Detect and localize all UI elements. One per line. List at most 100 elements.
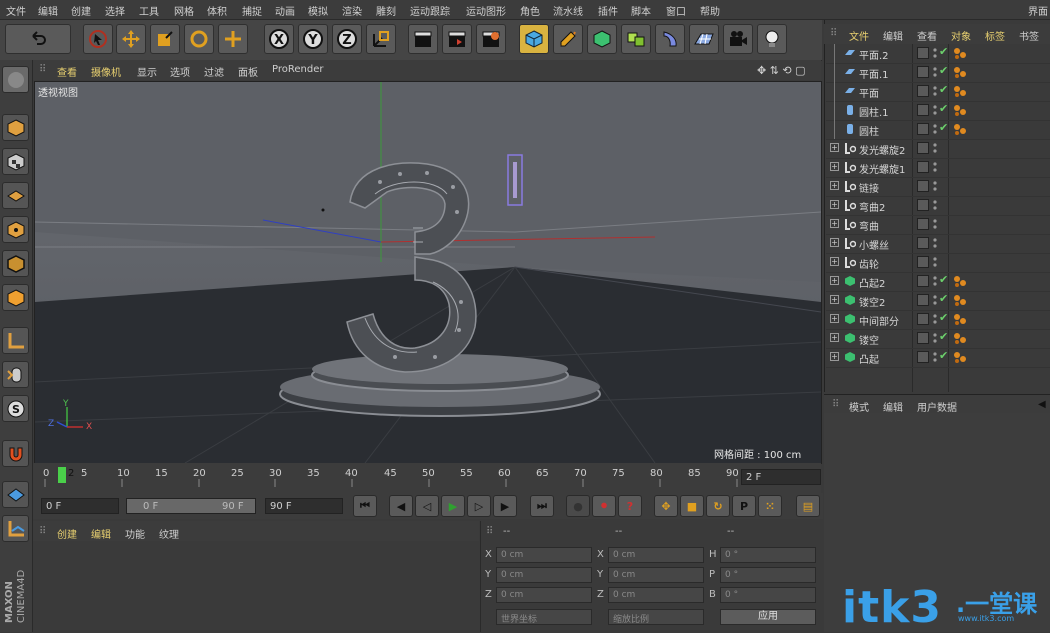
object-row[interactable]: + 小螺丝 [826,234,1050,254]
visibility-dots-icon[interactable] [933,47,937,59]
object-tab-objects[interactable]: 对象 [951,28,971,43]
timeline-ruler[interactable]: 0 2 5 10 15 20 25 30 35 40 45 50 55 60 6… [33,463,821,493]
enable-axis-button[interactable] [2,327,29,354]
menu-character[interactable]: 角色 [520,3,540,18]
visibility-dots-icon[interactable] [933,85,937,97]
key-scale-button[interactable]: ■ [680,495,704,517]
last-tool-button[interactable] [218,24,248,54]
rotate-tool-button[interactable] [184,24,214,54]
enabled-check-icon[interactable]: ✔ [939,45,948,58]
expand-toggle-icon[interactable]: + [830,314,839,323]
expand-toggle-icon[interactable]: + [830,276,839,285]
visibility-dots-icon[interactable] [933,313,937,325]
expand-toggle-icon[interactable]: + [830,257,839,266]
object-row[interactable]: + 凸起2 ✔ [826,272,1050,292]
menu-snap[interactable]: 捕捉 [242,3,262,18]
render-settings-button[interactable] [476,24,506,54]
phong-tag-icon[interactable] [953,104,967,117]
phong-tag-icon[interactable] [953,351,967,364]
menu-file[interactable]: 文件 [6,3,26,18]
cube-object-button[interactable] [519,24,549,54]
menu-render[interactable]: 渲染 [342,3,362,18]
menu-window[interactable]: 窗口 [666,3,686,18]
phong-tag-icon[interactable] [953,313,967,326]
enabled-check-icon[interactable]: ✔ [939,121,948,134]
expand-toggle-icon[interactable]: + [830,238,839,247]
visibility-dots-icon[interactable] [933,123,937,135]
visibility-dots-icon[interactable] [933,66,937,78]
layer-swatch[interactable] [917,313,929,325]
workplane-mode-button[interactable] [2,182,29,209]
object-row[interactable]: 圆柱 ✔ [826,120,1050,140]
menu-simulate[interactable]: 模拟 [308,3,328,18]
rot-p-field[interactable]: 0 ° [720,567,816,583]
expand-toggle-icon[interactable]: + [830,352,839,361]
expand-toggle-icon[interactable]: + [830,181,839,190]
layer-swatch[interactable] [917,142,929,154]
object-row[interactable]: + 凸起 ✔ [826,348,1050,368]
layer-swatch[interactable] [917,199,929,211]
object-tab-tags[interactable]: 标签 [985,28,1005,43]
key-rotation-button[interactable]: ↻ [706,495,730,517]
pos-x-field[interactable]: 0 cm [496,547,592,563]
layer-swatch[interactable] [917,161,929,173]
texture-mode-button[interactable] [2,148,29,175]
z-axis-lock-button[interactable]: Z [332,24,362,54]
layer-swatch[interactable] [917,351,929,363]
visibility-dots-icon[interactable] [933,256,937,268]
enabled-check-icon[interactable]: ✔ [939,102,948,115]
expand-toggle-icon[interactable]: + [830,143,839,152]
apply-button[interactable]: 应用 [720,609,816,625]
keyframe-selection-button[interactable]: ? [618,495,642,517]
material-tab-function[interactable]: 功能 [125,526,145,541]
floor-button[interactable] [689,24,719,54]
next-frame-button[interactable]: ▷ [467,495,491,517]
enabled-check-icon[interactable]: ✔ [939,349,948,362]
layer-swatch[interactable] [917,85,929,97]
object-row[interactable]: + 弯曲2 [826,196,1050,216]
phong-tag-icon[interactable] [953,294,967,307]
go-to-end-button[interactable]: ⏭ [530,495,554,517]
visibility-dots-icon[interactable] [933,237,937,249]
pos-y-field[interactable]: 0 cm [496,567,592,583]
menu-motion-tracker[interactable]: 运动跟踪 [410,3,450,18]
size-y-field[interactable]: 0 cm [608,567,704,583]
visibility-dots-icon[interactable] [933,351,937,363]
expand-toggle-icon[interactable]: + [830,333,839,342]
layer-swatch[interactable] [917,237,929,249]
coordinate-system-button[interactable] [366,24,396,54]
enabled-check-icon[interactable]: ✔ [939,83,948,96]
menu-edit[interactable]: 编辑 [38,3,58,18]
scale-mode-dropdown[interactable]: 缩放比例 [608,609,704,625]
autokey-button[interactable]: ⏺ [592,495,616,517]
object-row[interactable]: 平面.2 ✔ [826,44,1050,64]
visibility-dots-icon[interactable] [933,104,937,116]
render-view-button[interactable] [408,24,438,54]
polygons-mode-button[interactable] [2,284,29,311]
snap-magnet-button[interactable] [2,440,29,467]
viewport-navigation-icons[interactable]: ✥ ⇅ ⟲ ▢ [757,64,806,77]
visibility-dots-icon[interactable] [933,294,937,306]
layer-swatch[interactable] [917,256,929,268]
end-frame-field[interactable]: 90 F [265,498,343,514]
menu-tools[interactable]: 工具 [139,3,159,18]
phong-tag-icon[interactable] [953,332,967,345]
phong-tag-icon[interactable] [953,123,967,136]
object-row[interactable]: + 发光螺旋1 [826,158,1050,178]
enabled-check-icon[interactable]: ✔ [939,64,948,77]
light-button[interactable] [757,24,787,54]
y-axis-lock-button[interactable]: Y [298,24,328,54]
object-row[interactable]: 圆柱.1 ✔ [826,101,1050,121]
key-position-button[interactable]: ✥ [654,495,678,517]
previous-frame-button[interactable]: ◁ [415,495,439,517]
undo-button[interactable] [5,24,71,54]
layer-swatch[interactable] [917,218,929,230]
scale-tool-button[interactable] [150,24,180,54]
pen-spline-button[interactable] [553,24,583,54]
object-row[interactable]: + 弯曲 [826,215,1050,235]
object-row[interactable]: + 中间部分 ✔ [826,310,1050,330]
visibility-dots-icon[interactable] [933,142,937,154]
live-select-button[interactable] [83,24,113,54]
start-frame-field[interactable]: 0 F [41,498,119,514]
model-mode-button[interactable] [2,114,29,141]
